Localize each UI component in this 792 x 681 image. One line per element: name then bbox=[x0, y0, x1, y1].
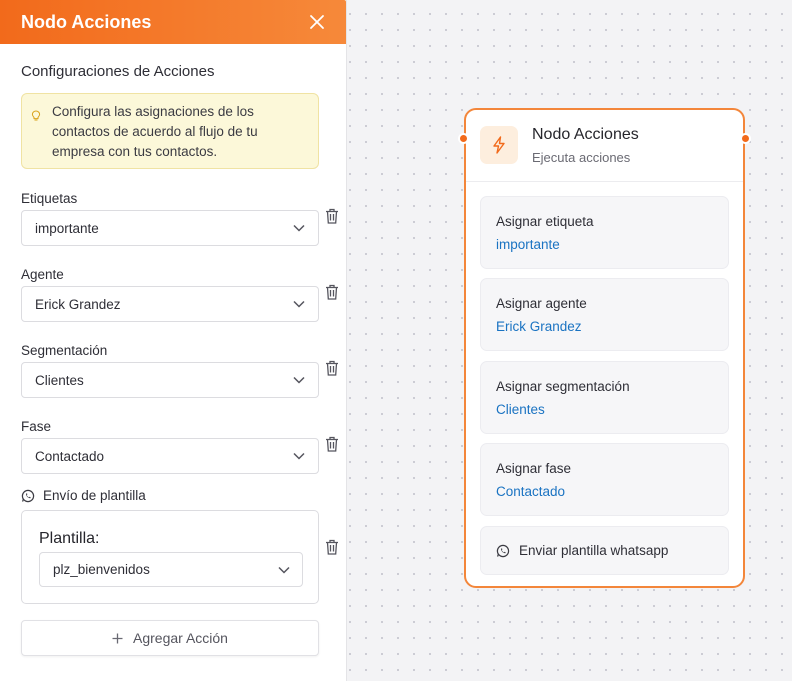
trash-icon[interactable] bbox=[325, 284, 339, 300]
chevron-down-icon bbox=[293, 376, 305, 384]
close-icon[interactable] bbox=[308, 13, 326, 31]
action-item[interactable]: Asignar agente Erick Grandez bbox=[480, 278, 729, 351]
chevron-down-icon bbox=[278, 566, 290, 574]
action-value: Contactado bbox=[496, 484, 566, 499]
field-label-fase: Fase bbox=[21, 419, 52, 434]
action-title: Asignar agente bbox=[496, 296, 587, 311]
add-action-button[interactable]: Agregar Acción bbox=[21, 620, 319, 656]
trash-icon[interactable] bbox=[325, 436, 339, 452]
template-title: Plantilla: bbox=[39, 530, 100, 547]
field-label-agente: Agente bbox=[21, 267, 64, 282]
info-text: Configura las asignaciones de los contac… bbox=[52, 104, 258, 159]
fase-select[interactable]: Contactado bbox=[21, 438, 319, 474]
config-panel: Nodo Acciones Configuraciones de Accione… bbox=[0, 0, 347, 681]
chevron-down-icon bbox=[293, 300, 305, 308]
agente-select[interactable]: Erick Grandez bbox=[21, 286, 319, 322]
whatsapp-icon bbox=[496, 544, 510, 557]
template-value: plz_bienvenidos bbox=[53, 562, 150, 577]
actions-node[interactable]: Nodo Acciones Ejecuta acciones Asignar e… bbox=[458, 108, 751, 588]
panel-title: Nodo Acciones bbox=[21, 11, 152, 32]
segmentacion-value: Clientes bbox=[35, 372, 84, 388]
action-item[interactable]: Asignar fase Contactado bbox=[480, 443, 729, 516]
info-box: Configura las asignaciones de los contac… bbox=[21, 93, 319, 169]
template-select[interactable]: plz_bienvenidos bbox=[39, 552, 303, 587]
panel-header: Nodo Acciones bbox=[0, 0, 346, 44]
section-title: Configuraciones de Acciones bbox=[21, 63, 215, 80]
trash-icon[interactable] bbox=[325, 208, 339, 224]
fase-value: Contactado bbox=[35, 448, 105, 464]
etiquetas-select[interactable]: importante bbox=[21, 210, 319, 246]
trash-icon[interactable] bbox=[325, 360, 339, 376]
action-value: Erick Grandez bbox=[496, 319, 582, 334]
add-action-label: Agregar Acción bbox=[133, 630, 228, 646]
field-label-segmentacion: Segmentación bbox=[21, 343, 108, 358]
action-value: Clientes bbox=[496, 402, 545, 417]
trash-icon[interactable] bbox=[325, 539, 339, 555]
action-whatsapp-label: Enviar plantilla whatsapp bbox=[519, 543, 669, 558]
action-item[interactable]: Asignar segmentación Clientes bbox=[480, 361, 729, 434]
node-title: Nodo Acciones bbox=[532, 126, 639, 143]
whatsapp-icon bbox=[21, 489, 35, 502]
lightbulb-icon bbox=[31, 108, 41, 128]
agente-value: Erick Grandez bbox=[35, 296, 121, 312]
chevron-down-icon bbox=[293, 224, 305, 232]
template-section-label: Envío de plantilla bbox=[21, 488, 146, 503]
node-header: Nodo Acciones Ejecuta acciones bbox=[466, 110, 743, 182]
lightning-icon bbox=[480, 126, 518, 164]
etiquetas-value: importante bbox=[35, 220, 99, 236]
template-section-text: Envío de plantilla bbox=[43, 488, 146, 503]
field-label-etiquetas: Etiquetas bbox=[21, 191, 78, 206]
chevron-down-icon bbox=[293, 452, 305, 460]
action-title: Asignar segmentación bbox=[496, 379, 630, 394]
segmentacion-select[interactable]: Clientes bbox=[21, 362, 319, 398]
node-subtitle: Ejecuta acciones bbox=[532, 150, 631, 165]
action-value: importante bbox=[496, 237, 560, 252]
action-item[interactable]: Asignar etiqueta importante bbox=[480, 196, 729, 269]
plus-icon bbox=[112, 633, 123, 643]
action-title: Asignar etiqueta bbox=[496, 214, 594, 229]
action-whatsapp[interactable]: Enviar plantilla whatsapp bbox=[480, 526, 729, 575]
action-title: Asignar fase bbox=[496, 461, 572, 476]
template-box: Plantilla: plz_bienvenidos bbox=[21, 510, 319, 604]
